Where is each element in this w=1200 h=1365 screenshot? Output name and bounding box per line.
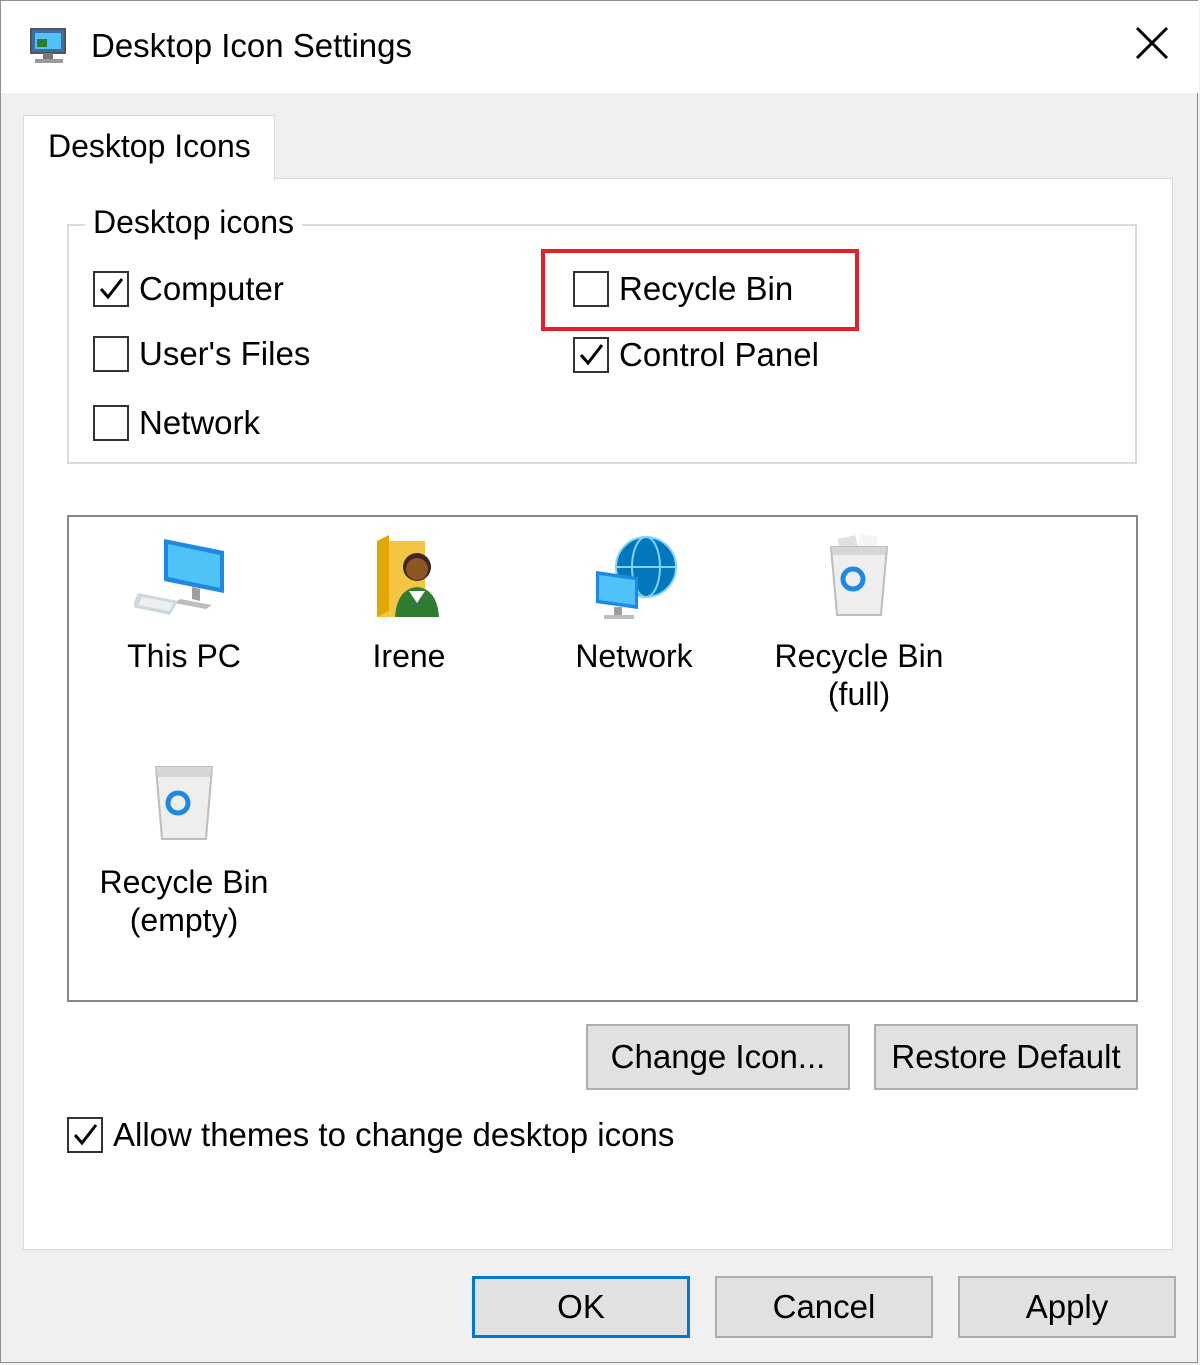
users-files-checkbox[interactable]: User's Files [93, 335, 310, 373]
icon-preview-list[interactable]: This PC Irene Network Recycle Bin (full)… [67, 515, 1138, 1002]
allow-themes-checkbox[interactable]: Allow themes to change desktop icons [67, 1116, 674, 1154]
title-bar[interactable]: Desktop Icon Settings [1, 1, 1199, 93]
checkbox-box [93, 336, 129, 372]
checkbox-label: User's Files [139, 335, 311, 372]
icon-caption: Network [575, 638, 693, 674]
icon-item-this-pc[interactable]: This PC [79, 531, 289, 675]
network-icon [584, 531, 684, 631]
checkbox-label: Computer [139, 270, 284, 307]
this-pc-icon [132, 531, 234, 631]
user-folder-icon [359, 531, 459, 631]
desktop-settings-icon [27, 23, 73, 69]
cancel-button[interactable]: Cancel [715, 1276, 933, 1338]
tab-label: Desktop Icons [48, 128, 251, 164]
checkbox-box [573, 337, 609, 373]
icon-caption: This PC [127, 638, 241, 674]
control-panel-checkbox[interactable]: Control Panel [573, 336, 819, 374]
icon-item-network[interactable]: Network [529, 531, 739, 675]
apply-button[interactable]: Apply [958, 1276, 1176, 1338]
close-button[interactable] [1117, 15, 1187, 75]
tab-desktop-icons[interactable]: Desktop Icons [23, 115, 275, 181]
checkbox-box [573, 271, 609, 307]
icon-item-recycle-bin-empty[interactable]: Recycle Bin (empty) [79, 757, 289, 939]
checkbox-label: Control Panel [619, 336, 819, 373]
recycle-bin-empty-icon [134, 757, 234, 857]
icon-caption: Recycle Bin (full) [774, 638, 944, 712]
checkbox-label: Allow themes to change desktop icons [113, 1116, 675, 1153]
ok-button[interactable]: OK [472, 1276, 690, 1338]
checkbox-box [67, 1117, 103, 1153]
checkbox-label: Network [139, 404, 261, 441]
checkbox-box [93, 405, 129, 441]
close-icon [1135, 26, 1169, 65]
window-title: Desktop Icon Settings [91, 27, 413, 64]
icon-item-irene[interactable]: Irene [304, 531, 514, 675]
network-checkbox[interactable]: Network [93, 404, 260, 442]
dialog-window: Desktop Icon Settings Desktop Icons Desk… [0, 0, 1199, 1363]
recycle-bin-checkbox[interactable]: Recycle Bin [573, 270, 793, 308]
icon-item-recycle-bin-full[interactable]: Recycle Bin (full) [754, 531, 964, 713]
restore-default-button[interactable]: Restore Default [874, 1024, 1138, 1090]
change-icon-button[interactable]: Change Icon... [586, 1024, 850, 1090]
icon-caption: Irene [372, 638, 446, 674]
computer-checkbox[interactable]: Computer [93, 270, 284, 308]
checkbox-label: Recycle Bin [619, 270, 794, 307]
icon-caption: Recycle Bin (empty) [99, 864, 269, 938]
recycle-bin-full-icon [809, 531, 909, 631]
group-legend: Desktop icons [85, 204, 302, 241]
checkbox-box [93, 271, 129, 307]
